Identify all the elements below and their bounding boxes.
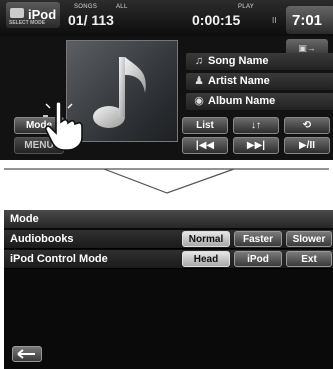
hand-pointer-icon: [43, 100, 83, 151]
audiobooks-slower-button[interactable]: Slower: [286, 231, 332, 247]
next-track-button[interactable]: ▶▶|: [233, 137, 279, 154]
repeat-icon: ⟲: [302, 120, 312, 131]
audiobooks-normal-button[interactable]: Normal: [182, 231, 230, 247]
repeat-all-label: ALL: [116, 4, 128, 10]
audiobooks-faster-button[interactable]: Faster: [234, 231, 282, 247]
list-button[interactable]: List: [182, 117, 228, 134]
control-ipod-button[interactable]: iPod: [234, 251, 282, 267]
control-head-button[interactable]: Head: [182, 251, 230, 267]
back-button[interactable]: [12, 346, 42, 362]
audiobooks-row: Audiobooks Normal Faster Slower: [4, 230, 333, 249]
song-name-row: ♫ Song Name: [186, 53, 333, 70]
artist-name-row: ♟ Artist Name: [186, 73, 333, 90]
control-ext-button[interactable]: Ext: [286, 251, 332, 267]
return-arrow-icon: [17, 349, 35, 359]
album-name: Album Name: [208, 95, 276, 107]
clock-display: 7:01: [286, 6, 333, 34]
pause-indicator: II: [272, 16, 277, 25]
album-name-row: ◉ Album Name: [186, 93, 333, 110]
music-note-icon: [93, 57, 146, 128]
songs-label: SONGS: [74, 4, 98, 10]
mode-screen-title: Mode: [4, 210, 333, 228]
player-screen: iPod SELECT MODE SONGS ALL 01/ 113 PLAY …: [0, 0, 333, 160]
audiobooks-label: Audiobooks: [10, 233, 74, 245]
repeat-button[interactable]: ⟲: [284, 117, 330, 134]
status-bar: iPod SELECT MODE SONGS ALL 01/ 113 PLAY …: [0, 0, 333, 36]
mode-screen: Mode Audiobooks Normal Faster Slower iPo…: [4, 210, 333, 369]
elapsed-time: 0:00:15: [192, 12, 241, 28]
shuffle-button[interactable]: ↓↑: [233, 117, 279, 134]
play-status-label: PLAY: [238, 4, 255, 10]
album-disc-icon: ◉: [194, 95, 204, 107]
artist-icon: ♟: [194, 75, 204, 87]
music-note-icon: ♫: [194, 55, 204, 67]
play-pause-button[interactable]: ▶/II: [284, 137, 330, 154]
song-name: Song Name: [208, 55, 269, 67]
track-counter: 01/ 113: [68, 12, 114, 28]
ipod-control-mode-label: iPod Control Mode: [10, 253, 108, 265]
artist-name: Artist Name: [208, 75, 270, 87]
source-logo-subtext: SELECT MODE: [9, 20, 46, 26]
source-switch-icon: ▣→: [298, 43, 316, 53]
ipod-control-mode-row: iPod Control Mode Head iPod Ext: [4, 250, 333, 269]
previous-track-button[interactable]: |◀◀: [182, 137, 228, 154]
source-logo: iPod SELECT MODE: [6, 2, 60, 28]
ipod-device-icon: [10, 8, 24, 18]
transition-arrow: [4, 168, 329, 194]
